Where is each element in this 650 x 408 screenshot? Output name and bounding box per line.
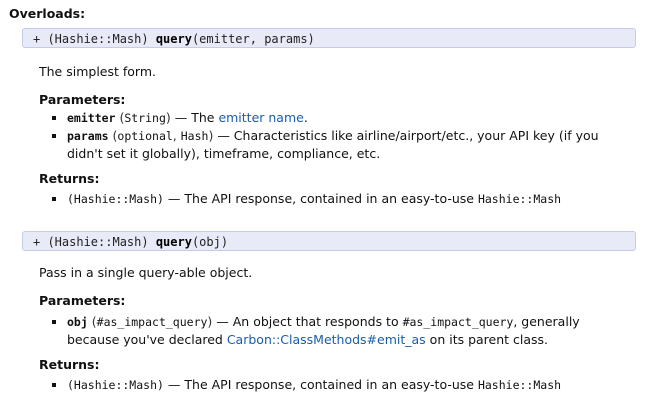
- param-desc-line2: didn't set it globally), timeframe, comp…: [67, 146, 381, 161]
- return-type: (Hashie::Mash): [67, 192, 164, 206]
- bullet-icon: [52, 134, 56, 138]
- param-name: obj: [67, 315, 88, 329]
- param-desc-line2-a: because you've declared: [67, 332, 227, 347]
- method-name: query: [155, 235, 192, 249]
- param-type: String: [124, 111, 166, 125]
- parameters-heading-2: Parameters:: [39, 293, 126, 308]
- param-type: #as_impact_query: [96, 315, 208, 329]
- return-desc: — The API response, contained in an easy…: [163, 377, 478, 392]
- signature-prefix: + (Hashie::Mash): [33, 32, 156, 46]
- parameter-list-2: obj (#as_impact_query) — An object that …: [39, 313, 639, 348]
- param-types-sep: ,: [172, 128, 181, 143]
- returns-list-1: (Hashie::Mash) — The API response, conta…: [39, 190, 639, 208]
- overload-description-1: The simplest form.: [39, 64, 156, 79]
- param-optional: optional: [117, 129, 173, 143]
- parameter-item-emitter: emitter (String) — The emitter name.: [39, 109, 639, 127]
- signature-prefix: + (Hashie::Mash): [33, 235, 156, 249]
- return-desc: — The API response, contained in an easy…: [163, 191, 478, 206]
- param-desc-b: , generally: [513, 314, 580, 329]
- bullet-icon: [52, 383, 56, 387]
- method-name: query: [155, 32, 192, 46]
- returns-item: (Hashie::Mash) — The API response, conta…: [39, 376, 639, 394]
- return-class: Hashie::Mash: [477, 192, 562, 206]
- param-types-open: (: [115, 110, 125, 125]
- param-name: emitter: [67, 111, 116, 125]
- parameter-item-params: params (optional, Hash) — Characteristic…: [39, 127, 639, 162]
- signature-args: (obj): [191, 235, 229, 249]
- bullet-icon: [52, 116, 56, 120]
- overload-signature-1[interactable]: + (Hashie::Mash) query(emitter, params): [22, 28, 636, 48]
- returns-list-2: (Hashie::Mash) — The API response, conta…: [39, 376, 639, 394]
- returns-item: (Hashie::Mash) — The API response, conta…: [39, 190, 639, 208]
- signature-args: (emitter, params): [191, 32, 315, 46]
- return-type: (Hashie::Mash): [67, 378, 164, 392]
- parameter-item-obj: obj (#as_impact_query) — An object that …: [39, 313, 639, 348]
- overload-description-2: Pass in a single query-able object.: [39, 265, 253, 280]
- parameter-list-1: emitter (String) — The emitter name. par…: [39, 109, 639, 162]
- param-desc: — The: [170, 110, 219, 125]
- emitter-name-link[interactable]: emitter name: [218, 110, 303, 125]
- returns-heading-1: Returns:: [39, 171, 100, 186]
- bullet-icon: [52, 320, 56, 324]
- param-desc: — An object that responds to: [212, 314, 403, 329]
- param-desc-tail: .: [303, 110, 308, 125]
- param-desc: — Characteristics like airline/airport/e…: [213, 128, 599, 143]
- param-desc-code: #as_impact_query: [402, 315, 514, 329]
- returns-heading-2: Returns:: [39, 357, 100, 372]
- param-desc-line2-b: on its parent class.: [425, 332, 549, 347]
- param-types-open: (: [87, 314, 97, 329]
- emit-as-link[interactable]: Carbon::ClassMethods#emit_as: [227, 332, 426, 347]
- overload-signature-2[interactable]: + (Hashie::Mash) query(obj): [22, 231, 636, 251]
- param-type: Hash: [180, 129, 209, 143]
- parameters-heading-1: Parameters:: [39, 92, 126, 107]
- bullet-icon: [52, 197, 56, 201]
- return-class: Hashie::Mash: [477, 378, 562, 392]
- overloads-heading: Overloads:: [9, 6, 86, 21]
- param-name: params: [67, 129, 109, 143]
